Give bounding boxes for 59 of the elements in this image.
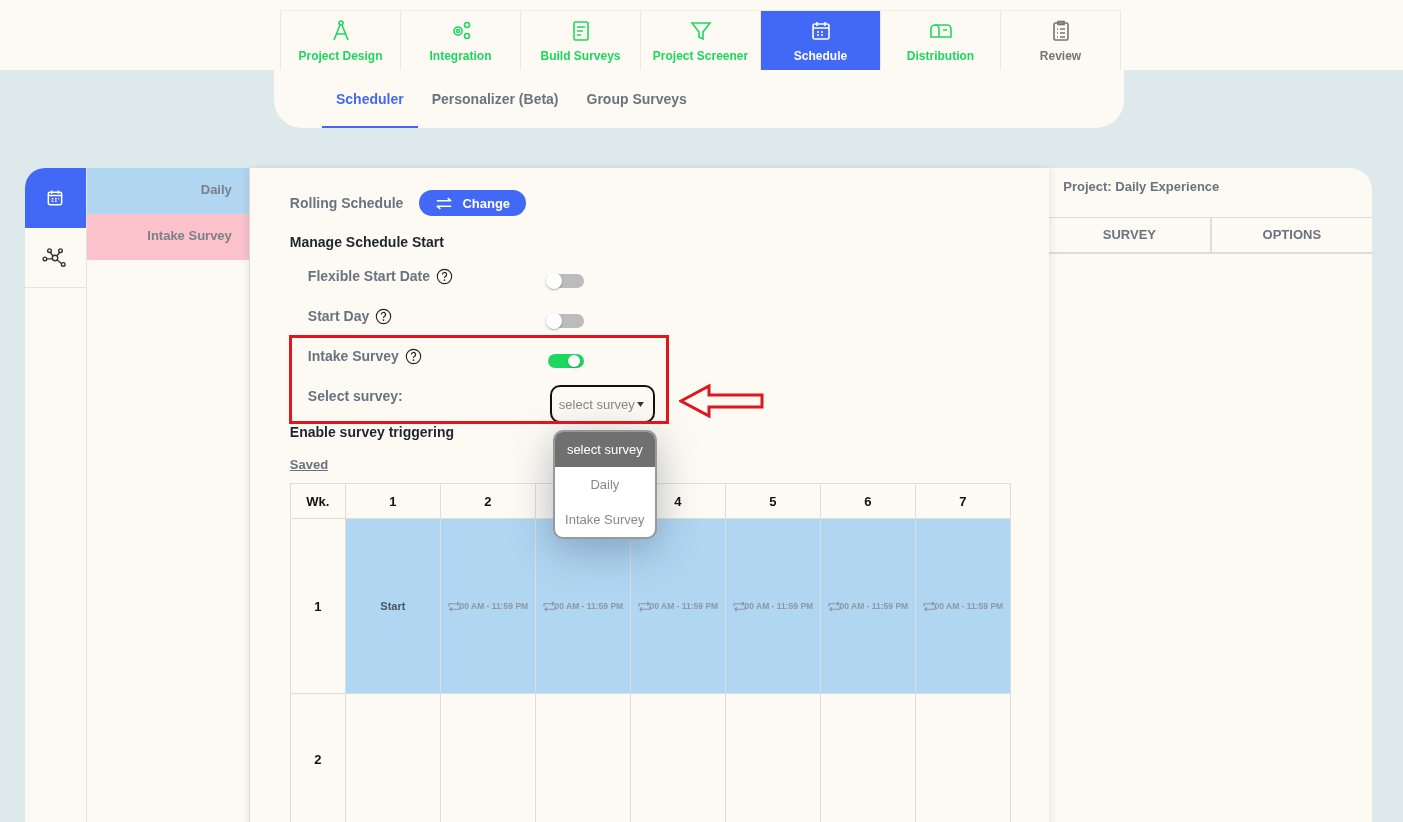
day-cell[interactable]: 00 AM - 11:59 PM bbox=[440, 519, 536, 694]
section-heading: Manage Schedule Start bbox=[289, 234, 445, 250]
time-range: 00 AM - 11:59 PM bbox=[649, 601, 719, 611]
setting-label: Select survey: bbox=[307, 388, 404, 404]
swap-icon bbox=[435, 196, 454, 210]
project-title: Project: Daily Experience bbox=[1049, 168, 1372, 218]
setting-label: Flexible Start Date bbox=[307, 268, 430, 284]
survey-item[interactable]: Intake Survey bbox=[86, 214, 249, 260]
repeat-icon bbox=[542, 600, 556, 612]
week-number: 2 bbox=[314, 751, 322, 767]
column-header: 1 bbox=[389, 493, 397, 509]
column-header: 7 bbox=[959, 493, 967, 509]
day-cell[interactable]: Start bbox=[345, 519, 441, 694]
start-label: Start bbox=[380, 600, 406, 612]
toggle-switch[interactable] bbox=[547, 274, 584, 288]
column-header: OPTIONS bbox=[1261, 226, 1323, 244]
column-header: Wk. bbox=[306, 493, 330, 509]
column-header: 6 bbox=[864, 493, 872, 509]
change-button[interactable]: Change bbox=[419, 190, 527, 216]
column-header: SURVEY bbox=[1049, 218, 1212, 252]
dropdown-option[interactable]: Daily bbox=[554, 467, 655, 502]
time-range: 00 AM - 11:59 PM bbox=[934, 601, 1004, 611]
section-heading: Enable survey triggering bbox=[289, 424, 455, 440]
column-header: 4 bbox=[674, 493, 682, 509]
time-range: 00 AM - 11:59 PM bbox=[744, 601, 814, 611]
sub-tab[interactable]: Personalizer (Beta) bbox=[417, 70, 573, 128]
schedule-type-label: Rolling Schedule bbox=[289, 195, 404, 211]
setting-label: Start Day bbox=[307, 308, 370, 324]
setting-label: Intake Survey bbox=[307, 348, 399, 364]
toggle-switch[interactable] bbox=[547, 354, 584, 368]
repeat-icon bbox=[827, 600, 841, 612]
dropdown-option[interactable]: select survey bbox=[554, 432, 655, 467]
survey-item[interactable]: Daily bbox=[86, 168, 249, 214]
sidebar-tab[interactable] bbox=[25, 168, 86, 228]
sub-tab[interactable]: Group Surveys bbox=[572, 70, 701, 128]
day-cell[interactable]: 00 AM - 11:59 PM bbox=[915, 519, 1011, 694]
help-icon[interactable] bbox=[436, 267, 453, 285]
survey-select[interactable]: select survey bbox=[549, 385, 655, 423]
sub-tab[interactable]: Scheduler bbox=[322, 70, 418, 128]
column-header: 5 bbox=[769, 493, 777, 509]
repeat-icon bbox=[637, 600, 651, 612]
time-range: 00 AM - 11:59 PM bbox=[459, 601, 529, 611]
column-header: 2 bbox=[484, 493, 492, 509]
time-range: 00 AM - 11:59 PM bbox=[839, 601, 909, 611]
caret-icon bbox=[636, 402, 644, 407]
toggle-switch[interactable] bbox=[547, 314, 584, 328]
help-icon[interactable] bbox=[404, 347, 422, 365]
arrow-icon bbox=[678, 384, 765, 418]
day-cell[interactable]: 00 AM - 11:59 PM bbox=[725, 519, 821, 694]
repeat-icon bbox=[732, 600, 746, 612]
help-icon[interactable] bbox=[375, 307, 393, 325]
week-number: 1 bbox=[314, 598, 322, 614]
repeat-icon bbox=[922, 600, 936, 612]
time-range: 00 AM - 11:59 PM bbox=[554, 601, 624, 611]
day-cell[interactable]: 00 AM - 11:59 PM bbox=[820, 519, 916, 694]
saved-status: Saved bbox=[289, 457, 329, 472]
network-icon bbox=[42, 246, 69, 269]
repeat-icon bbox=[447, 600, 461, 612]
nav-tab[interactable]: Schedule bbox=[761, 10, 881, 70]
